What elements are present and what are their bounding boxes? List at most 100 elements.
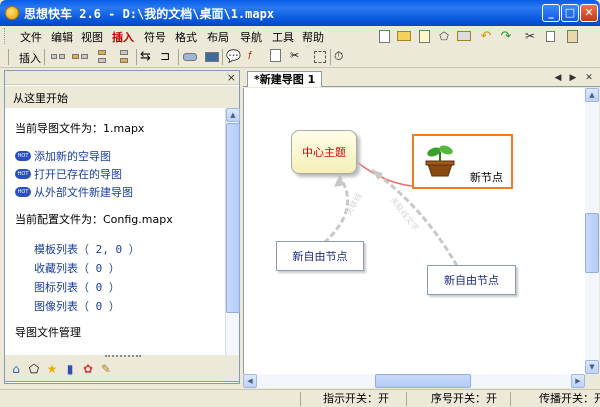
scroll-right-icon[interactable]: ▶ xyxy=(571,374,585,388)
free-node-label: 新自由节点 xyxy=(444,274,499,287)
maximize-button[interactable]: □ xyxy=(561,4,579,22)
free-node-1[interactable]: 新自由节点 xyxy=(276,241,364,271)
tab-next-icon[interactable]: ▶ xyxy=(567,72,579,84)
file-management-label: 导图文件管理 xyxy=(15,326,81,339)
relation-icon[interactable]: ⇆ xyxy=(140,49,156,65)
menu-symbol[interactable]: 符号 xyxy=(144,29,166,45)
new-doc-icon[interactable] xyxy=(416,28,432,44)
sequence-toggle-status[interactable]: 序号开关：开 xyxy=(406,392,510,406)
free-node-2[interactable]: 新自由节点 xyxy=(427,265,516,295)
boundary-icon[interactable]: ⊐ xyxy=(160,49,176,65)
link-label[interactable]: 打开已存在的导图 xyxy=(34,166,122,182)
menu-file[interactable]: 文件 xyxy=(20,29,42,45)
menu-insert[interactable]: 插入 xyxy=(112,29,134,45)
insert-parent-icon[interactable] xyxy=(94,49,110,65)
scroll-up-icon[interactable]: ▲ xyxy=(226,108,240,122)
menu-tools[interactable]: 工具 xyxy=(272,29,294,45)
favorites-list-link[interactable]: 收藏列表（ 0 ） xyxy=(34,260,120,276)
pane-content: 当前导图文件为：1.mapx HOT 添加新的空导图 HOT 打开已存在的导图 HO… xyxy=(5,108,225,378)
image-icon[interactable] xyxy=(204,49,220,65)
copy-icon[interactable] xyxy=(542,28,558,44)
new-node[interactable]: 新节点 xyxy=(412,134,513,189)
palette-icon[interactable]: ✎ xyxy=(99,362,113,376)
book-icon[interactable]: ▮ xyxy=(63,362,77,376)
insert-below-icon[interactable] xyxy=(116,49,132,65)
image-list-link[interactable]: 图像列表（ 0 ） xyxy=(34,298,120,314)
pane-close-icon[interactable]: × xyxy=(227,71,236,84)
open-folder-icon[interactable] xyxy=(396,28,412,44)
menu-help[interactable]: 帮助 xyxy=(302,29,324,45)
hot-badge-icon: HOT xyxy=(15,151,31,161)
canvas-vscrollbar[interactable]: ▲ ▼ xyxy=(585,88,599,375)
tab-new-map-1[interactable]: *新建导图 1 xyxy=(247,71,323,87)
vscroll-thumb[interactable] xyxy=(585,213,599,273)
new-icon[interactable] xyxy=(376,28,392,44)
home-icon[interactable]: ⌂ xyxy=(9,362,23,376)
pane-switcher: ⌂ ⬠ ★ ▮ ✿ ✎ xyxy=(4,355,240,382)
hyperlink-icon[interactable]: 𝑓 xyxy=(248,49,264,65)
pane-title: 从这里开始 xyxy=(5,86,239,108)
tab-close-icon[interactable]: ✕ xyxy=(583,72,595,84)
paste-icon[interactable] xyxy=(564,28,580,44)
tab-prev-icon[interactable]: ◀ xyxy=(552,72,564,84)
status-bar: 指示开关：开 序号开关：开 传播开关：开 xyxy=(0,389,600,407)
scroll-left-icon[interactable]: ◀ xyxy=(243,374,257,388)
scroll-thumb[interactable] xyxy=(226,123,240,313)
separator xyxy=(44,49,45,65)
callout-icon[interactable]: 💬 xyxy=(226,49,242,65)
window-title: 思想快车 2.6 - D:\我的文档\桌面\1.mapx xyxy=(24,7,275,21)
task-icon[interactable]: ⏱ xyxy=(334,49,350,65)
open-icon[interactable] xyxy=(456,28,472,44)
menu-view[interactable]: 视图 xyxy=(81,29,103,45)
redo-icon[interactable]: ↷ xyxy=(498,28,514,44)
menu-layout[interactable]: 布局 xyxy=(207,29,229,45)
pane-resize-grip[interactable] xyxy=(105,355,141,358)
insert-sibling-icon[interactable] xyxy=(50,49,66,65)
hscroll-thumb[interactable] xyxy=(375,374,471,388)
insert-child-icon[interactable] xyxy=(72,49,88,65)
separator xyxy=(178,49,179,65)
attachment-icon[interactable]: ✂ xyxy=(290,49,306,65)
left-pane-scrollbar[interactable]: ▲ ▼ xyxy=(225,108,240,383)
link-open-map[interactable]: HOT 打开已存在的导图 xyxy=(15,166,122,182)
menu-navigate[interactable]: 导航 xyxy=(240,29,262,45)
central-topic[interactable]: 中心主题 xyxy=(291,130,357,174)
close-button[interactable]: ✕ xyxy=(580,4,598,22)
color-icon[interactable]: ✿ xyxy=(81,362,95,376)
scroll-up-icon[interactable]: ▲ xyxy=(585,88,599,102)
insert-label: 插入 xyxy=(19,52,41,65)
separator xyxy=(330,49,331,65)
config-file-label: 当前配置文件为：Config.mapx xyxy=(15,213,173,226)
branch-line xyxy=(356,161,413,187)
cut-icon[interactable]: ✂ xyxy=(522,28,538,44)
icon-list-link[interactable]: 图标列表（ 0 ） xyxy=(34,279,120,295)
topic-icon[interactable] xyxy=(182,49,198,65)
select-frame-icon[interactable] xyxy=(312,49,328,65)
link-import-map[interactable]: HOT 从外部文件新建导图 xyxy=(15,184,133,200)
hot-badge-icon: HOT xyxy=(15,169,31,179)
save-icon[interactable]: ⬠ xyxy=(436,28,452,44)
menu-edit[interactable]: 编辑 xyxy=(51,29,73,45)
standard-toolbar: ⬠ ↶ ↷ ✂ xyxy=(370,26,600,46)
link-new-map[interactable]: HOT 添加新的空导图 xyxy=(15,148,111,164)
insert-toolbar: 插入 ⇆ ⊐ 💬 𝑓 ✂ ⏱ xyxy=(0,46,600,68)
canvas-hscrollbar[interactable]: ◀ ▶ xyxy=(243,374,585,388)
hint-toggle-status[interactable]: 指示开关：开 xyxy=(300,392,406,406)
note-icon[interactable] xyxy=(270,49,286,65)
star-icon[interactable]: ★ xyxy=(45,362,59,376)
scroll-down-icon[interactable]: ▼ xyxy=(585,360,599,374)
current-file-label: 当前导图文件为：1.mapx xyxy=(15,122,145,135)
central-topic-label: 中心主题 xyxy=(302,146,346,159)
template-list-link[interactable]: 模板列表（ 2, 0 ） xyxy=(34,241,140,257)
mindmap-canvas[interactable]: 关联线 关联线文字 中心主题 新节点 新自由节点 新自由节点 xyxy=(243,88,585,375)
menu-grip xyxy=(4,28,7,44)
propagate-toggle-status[interactable]: 传播开关：开 xyxy=(510,392,600,406)
shapes-icon[interactable]: ⬠ xyxy=(27,362,41,376)
menu-format[interactable]: 格式 xyxy=(175,29,197,45)
document-tabs: *新建导图 1 ◀ ▶ ✕ xyxy=(243,70,600,87)
link-label[interactable]: 添加新的空导图 xyxy=(34,148,111,164)
minimize-button[interactable]: _ xyxy=(542,4,560,22)
link-label[interactable]: 从外部文件新建导图 xyxy=(34,184,133,200)
new-node-label: 新节点 xyxy=(470,171,503,184)
undo-icon[interactable]: ↶ xyxy=(478,28,494,44)
